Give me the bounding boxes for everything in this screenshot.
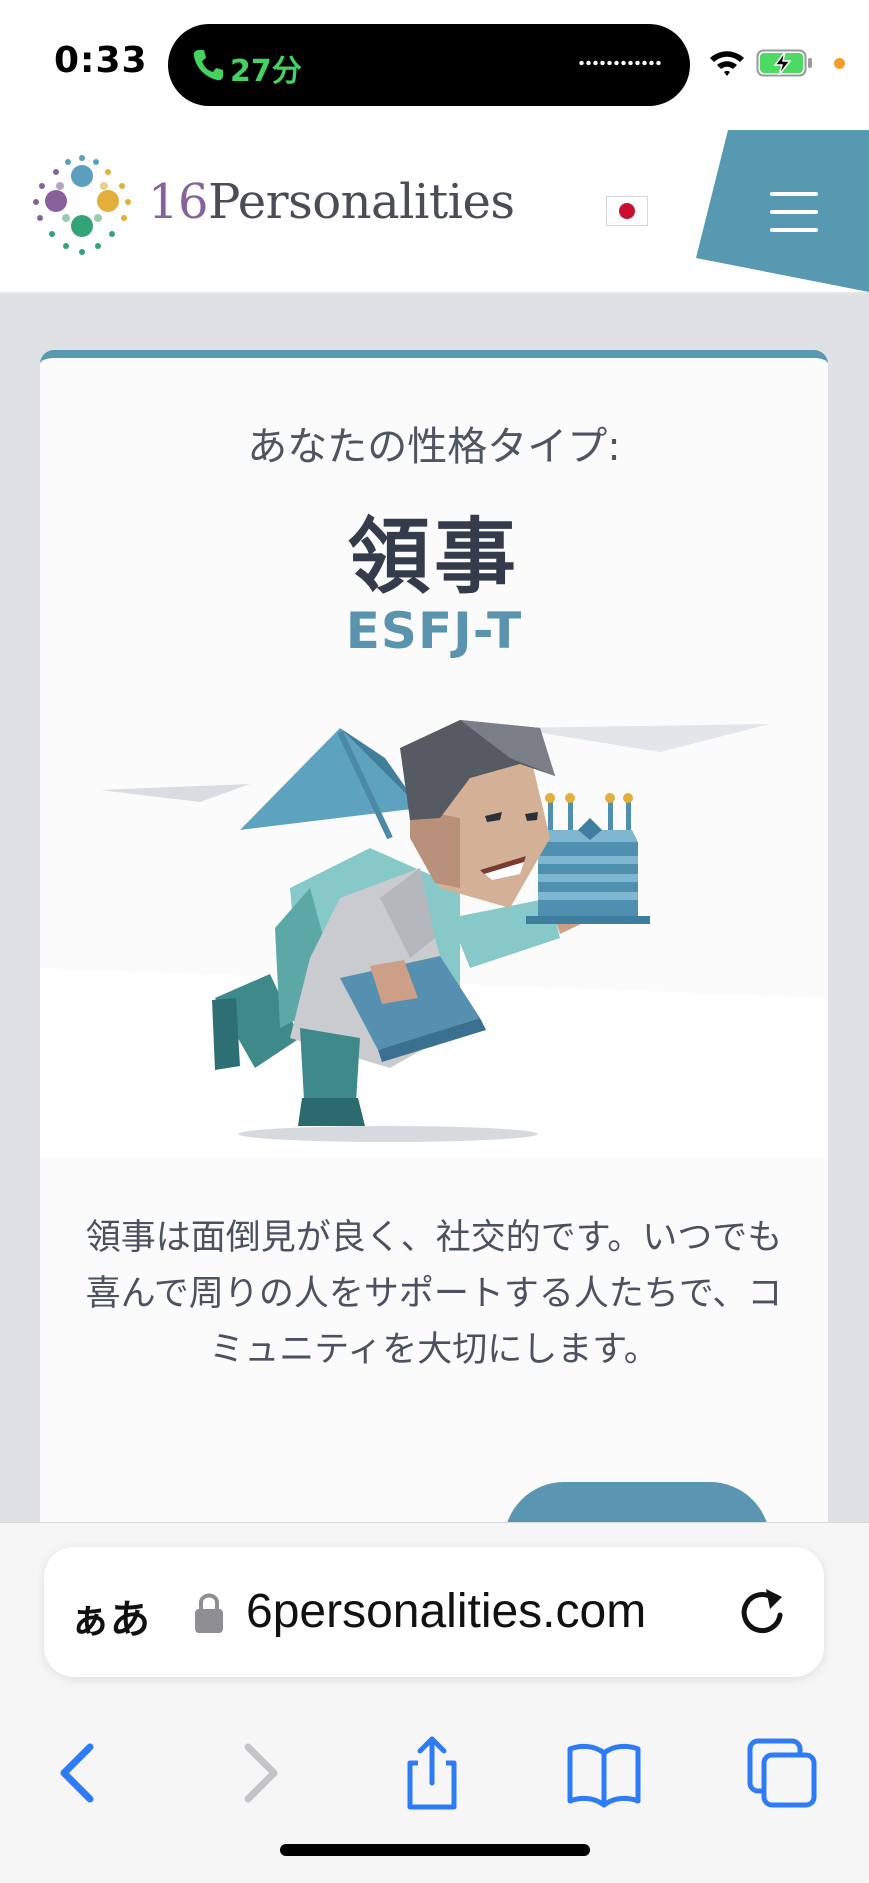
jp-flag-icon[interactable]	[606, 196, 648, 226]
share-icon[interactable]	[392, 1733, 472, 1813]
type-description: 領事は面倒見が良く、社交的です。いつでも喜んで周りの人をサポートする人たちで、コ…	[85, 1218, 783, 1370]
logo-dots-icon[interactable]	[28, 154, 136, 262]
hamburger-menu-icon[interactable]	[760, 188, 824, 238]
result-label: あなたの性格タイプ:	[247, 424, 621, 470]
personality-result-card: あなたの性格タイプ: 領事 ESFJ-T 領事は面倒見が良く、社交的です。いつで…	[40, 350, 828, 1600]
url-text[interactable]: 6personalities.com	[246, 1579, 742, 1645]
back-icon[interactable]	[38, 1733, 118, 1813]
call-duration: 27分	[230, 54, 302, 89]
consul-character-with-cake-illustration	[40, 720, 828, 1158]
home-indicator[interactable]	[280, 1844, 590, 1856]
status-bar: 0:33 27分	[0, 0, 869, 130]
site-logo-text[interactable]: 16Personalities	[148, 174, 515, 230]
site-header: 16Personalities	[0, 130, 869, 294]
type-code: ESFJ-T	[345, 602, 523, 660]
phone-icon	[193, 50, 223, 81]
reload-icon[interactable]	[734, 1585, 790, 1641]
privacy-indicator-dot	[834, 58, 845, 69]
type-name: 領事	[347, 510, 520, 605]
clock: 0:33	[54, 40, 148, 81]
wifi-icon	[710, 51, 744, 76]
lock-icon	[195, 1593, 223, 1633]
active-call-pill[interactable]: 27分	[168, 24, 690, 106]
audio-waveform-icon	[578, 60, 662, 66]
logo-number: 16	[148, 174, 209, 230]
battery-charging-icon	[756, 49, 812, 77]
logo-word: Personalities	[208, 174, 515, 230]
address-bar[interactable]: ぁあ 6personalities.com	[44, 1547, 824, 1677]
browser-toolbar: ぁあ 6personalities.com	[0, 1522, 869, 1883]
page-settings-button[interactable]: ぁあ	[70, 1587, 150, 1645]
forward-icon[interactable]	[220, 1733, 300, 1813]
bookmarks-icon[interactable]	[564, 1733, 644, 1813]
tabs-icon[interactable]	[742, 1733, 822, 1813]
